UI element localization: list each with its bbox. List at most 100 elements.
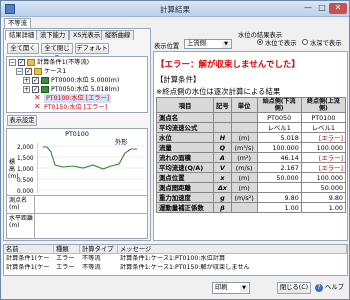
display-settings-button[interactable]: 表示設定 xyxy=(7,115,37,126)
table-row: 測点位置 x (m) 50.000 100.000 xyxy=(156,172,347,183)
y-tick: 2,000 xyxy=(17,145,34,151)
table-header-row: 項目 記号 単位 始点側(下流側) 終点側(上流側) xyxy=(156,97,347,113)
table-row: 水位 H (m) 5.018 [エラー] xyxy=(156,132,347,143)
y-axis-label: 標高(m) xyxy=(8,159,19,180)
maximize-icon[interactable]: □ xyxy=(315,3,329,14)
column-header: 終点側(上流側) xyxy=(300,97,347,113)
radio-label-water-depth: 水深で表示 xyxy=(310,40,342,47)
tab-flow-capacity[interactable]: 流下能力 xyxy=(36,30,70,40)
table-cell-label: 平均流速(Q/A) xyxy=(156,162,214,173)
checkbox[interactable]: ✓ xyxy=(32,77,39,84)
collapse-all-button[interactable]: 全て閉じる xyxy=(41,43,73,62)
bed-profile-line xyxy=(43,146,137,170)
checkbox[interactable]: ✓ xyxy=(18,59,25,66)
plot-canvas xyxy=(37,143,145,193)
table-cell-start: 1.00 xyxy=(256,202,302,213)
table-cell-unit xyxy=(230,202,258,213)
tree-label: PT0100:水位 [エラー] xyxy=(44,94,112,103)
table-cell-start: 50.000 xyxy=(256,172,302,183)
tab-result-detail[interactable]: 結果詳細 xyxy=(5,30,39,40)
tree-node-pt0150[interactable]: ✕ PT0150:水位 [エラー] xyxy=(7,103,147,112)
log-cell: 計算条件1(ケー xyxy=(6,264,50,271)
plot-divider xyxy=(7,195,147,196)
table-cell-label: 測点間距離 xyxy=(156,182,214,193)
tab-xs-display[interactable]: XS光表示 xyxy=(69,30,105,40)
result-document: 【エラー：解が収束しませんでした】 【計算条件】 ※終点側の水位は逐次計算による… xyxy=(153,51,348,241)
log-cell: エラー xyxy=(56,264,75,271)
tree-label: 計算条件1(不等流) xyxy=(37,59,90,66)
cross-section-icon xyxy=(41,86,49,93)
log-cell: 計算条件1(ケー xyxy=(6,255,50,262)
tree-node-pt0050[interactable]: + ✓ PT0050:水位 5.018(m) xyxy=(7,85,147,94)
table-row: 平均流速公式 レベル1 レベル1 xyxy=(156,122,347,133)
expand-toggle-icon[interactable]: + xyxy=(23,86,30,93)
chevron-down-icon: ▼ xyxy=(240,285,248,292)
table-row: 平均流速(Q/A) V (m/s) 2.167 [エラー] xyxy=(156,162,347,173)
title-bar: 計算結果 — □ ✕ xyxy=(1,1,349,17)
tab-nonuniform-flow[interactable]: 不等流 xyxy=(4,18,31,28)
table-cell-end: レベル1 xyxy=(300,122,347,133)
radio-water-depth[interactable] xyxy=(302,39,308,45)
table-cell-start: 5.018 xyxy=(256,132,302,143)
select-value: 上流側 xyxy=(187,40,206,47)
close-label: 閉じる(C) xyxy=(279,284,309,291)
radio-water-level[interactable] xyxy=(257,39,263,45)
checkbox[interactable]: ✓ xyxy=(25,68,32,75)
column-header: 項目 xyxy=(156,97,214,113)
collapse-toggle-icon[interactable]: − xyxy=(9,59,16,66)
default-button[interactable]: デフォルト xyxy=(75,43,109,54)
tab-profile-curve[interactable]: 縦断曲線 xyxy=(101,30,135,40)
y-tick: 1,000 xyxy=(17,167,34,173)
help-label: ヘルプ xyxy=(325,284,344,291)
error-message: 【エラー：解が収束しませんでした】 xyxy=(156,60,300,70)
log-cell: 計算条件1:ケース1:PT0150:解が収束しません xyxy=(120,264,250,271)
log-cell: エラー xyxy=(56,255,75,262)
table-cell-unit xyxy=(230,112,258,123)
row-label: 水平距離 xyxy=(9,215,34,222)
error-x-icon: ✕ xyxy=(34,102,41,111)
tree-node-condition[interactable]: − ✓ 計算条件1(不等流) xyxy=(7,58,147,67)
tree-node-pt0000[interactable]: + ✓ PT0000:水位 5.000(m) xyxy=(7,76,147,85)
table-cell-end: [エラー] xyxy=(300,152,347,163)
display-position-select[interactable]: 上流側 ▼ xyxy=(184,39,232,49)
table-cell-symbol: x xyxy=(212,172,232,183)
expand-all-button[interactable]: 全て開く xyxy=(7,43,39,54)
table-cell-unit xyxy=(230,122,258,133)
table-cell-label: 水位 xyxy=(156,132,214,143)
tree-node-pt0100[interactable]: ✕ PT0100:水位 [エラー] xyxy=(7,94,147,103)
table-cell-label: 平均流速公式 xyxy=(156,122,214,133)
table-cell-symbol: V xyxy=(212,162,232,173)
result-tree: − ✓ 計算条件1(不等流) − ✓ ケース1 + ✓ PT0000:水位 5.… xyxy=(6,56,148,113)
checkbox[interactable]: ✓ xyxy=(32,86,39,93)
log-cell: 不等流 xyxy=(82,264,101,271)
station-row-label: 測点名 (m) xyxy=(9,197,33,211)
collapse-toggle-icon[interactable]: − xyxy=(16,68,23,75)
close-button[interactable]: 閉じる(C) xyxy=(277,282,311,294)
table-row: 流量 Q (m³/s) 100.000 100.000 xyxy=(156,142,347,153)
expand-toggle-icon[interactable]: + xyxy=(23,77,30,84)
table-cell-symbol: A xyxy=(212,152,232,163)
window-title: 計算結果 xyxy=(160,5,190,14)
table-cell-label: 流量 xyxy=(156,142,214,153)
log-column-name: 名前 xyxy=(4,245,54,254)
close-icon[interactable]: ✕ xyxy=(329,3,347,14)
section-title: 【計算条件】 xyxy=(156,75,201,84)
table-row: 測点間距離 Δx (m) 50.000 xyxy=(156,182,347,193)
table-cell-symbol xyxy=(212,112,232,123)
column-header: 始点側(下流側) xyxy=(256,97,302,113)
row-unit: (m) xyxy=(9,204,20,211)
table-cell-end: 1.00 xyxy=(300,202,347,213)
table-cell-unit: (m/s) xyxy=(230,162,258,173)
print-label: 印刷 xyxy=(215,284,228,291)
tree-label: PT0000:水位 5.000(m) xyxy=(51,77,120,84)
minimize-icon[interactable]: — xyxy=(301,3,315,14)
tree-node-case[interactable]: − ✓ ケース1 xyxy=(7,67,147,76)
table-cell-end: 50.000 xyxy=(300,182,347,193)
row-label: 測点名 xyxy=(9,197,28,204)
table-cell-symbol: β xyxy=(212,202,232,213)
help-button[interactable]: ? ヘルプ xyxy=(315,282,349,294)
log-column-type: 種類 xyxy=(54,245,80,254)
table-cell-end: 100.000 xyxy=(300,142,347,153)
print-dropdown[interactable]: 印刷 ▼ xyxy=(212,282,250,294)
table-cell-end: [エラー] xyxy=(300,132,347,143)
